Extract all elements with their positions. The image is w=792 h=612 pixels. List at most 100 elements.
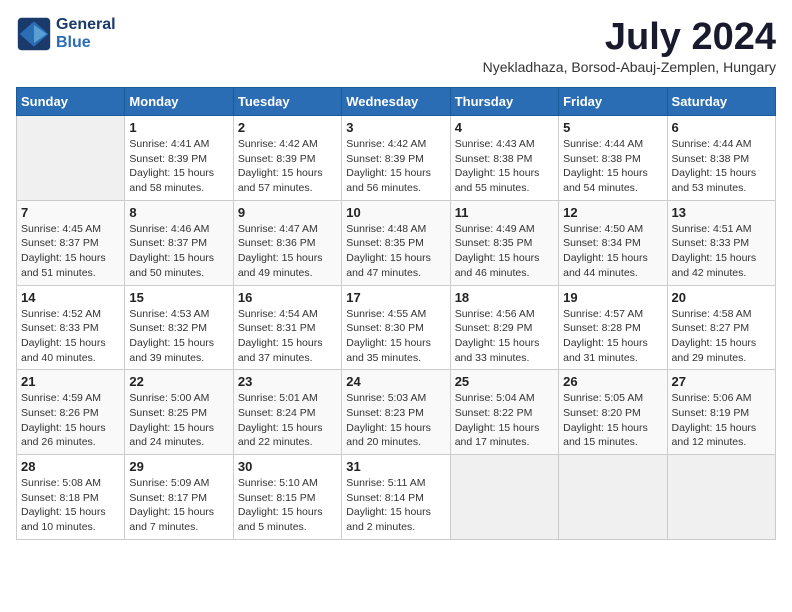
calendar-cell: 10Sunrise: 4:48 AM Sunset: 8:35 PM Dayli… (342, 200, 450, 285)
day-info: Sunrise: 4:54 AM Sunset: 8:31 PM Dayligh… (238, 307, 337, 366)
day-number: 9 (238, 205, 337, 220)
day-number: 13 (672, 205, 771, 220)
calendar-cell: 25 Sunrise: 5:04 AM Sunset: 8:22 PM Dayli… (450, 370, 558, 455)
calendar-cell: 11 Sunrise: 4:49 AM Sunset: 8:35 PM Dayli… (450, 200, 558, 285)
week-row-2: 7Sunrise: 4:45 AM Sunset: 8:37 PM Daylig… (17, 200, 776, 285)
calendar-cell: 21 Sunrise: 4:59 AM Sunset: 8:26 PM Dayli… (17, 370, 125, 455)
day-info: Sunrise: 4:52 AM Sunset: 8:33 PM Dayligh… (21, 307, 120, 366)
calendar-cell: 12 Sunrise: 4:50 AM Sunset: 8:34 PM Dayli… (559, 200, 667, 285)
day-info: Sunrise: 4:46 AM Sunset: 8:37 PM Dayligh… (129, 222, 228, 281)
day-number: 18 (455, 290, 554, 305)
day-number: 3 (346, 120, 445, 135)
calendar-cell: 14 Sunrise: 4:52 AM Sunset: 8:33 PM Dayli… (17, 285, 125, 370)
weekday-header-monday: Monday (125, 88, 233, 116)
day-number: 26 (563, 374, 662, 389)
logo: General Blue (16, 16, 116, 52)
day-number: 24 (346, 374, 445, 389)
logo-icon (16, 16, 52, 52)
day-number: 14 (21, 290, 120, 305)
day-info: Sunrise: 5:10 AM Sunset: 8:15 PM Dayligh… (238, 476, 337, 535)
calendar-cell: 17Sunrise: 4:55 AM Sunset: 8:30 PM Dayli… (342, 285, 450, 370)
day-info: Sunrise: 4:48 AM Sunset: 8:35 PM Dayligh… (346, 222, 445, 281)
weekday-header-row: SundayMondayTuesdayWednesdayThursdayFrid… (17, 88, 776, 116)
calendar-cell: 22 Sunrise: 5:00 AM Sunset: 8:25 PM Dayli… (125, 370, 233, 455)
calendar-cell: 27 Sunrise: 5:06 AM Sunset: 8:19 PM Dayli… (667, 370, 775, 455)
calendar-cell: 26 Sunrise: 5:05 AM Sunset: 8:20 PM Dayli… (559, 370, 667, 455)
day-number: 22 (129, 374, 228, 389)
day-number: 2 (238, 120, 337, 135)
calendar-cell: 29 Sunrise: 5:09 AM Sunset: 8:17 PM Dayli… (125, 455, 233, 540)
calendar-cell (17, 116, 125, 201)
title-block: July 2024 Nyekladhaza, Borsod-Abauj-Zemp… (483, 16, 776, 83)
calendar-cell: 28 Sunrise: 5:08 AM Sunset: 8:18 PM Dayli… (17, 455, 125, 540)
day-info: Sunrise: 4:44 AM Sunset: 8:38 PM Dayligh… (563, 137, 662, 196)
day-info: Sunrise: 5:05 AM Sunset: 8:20 PM Dayligh… (563, 391, 662, 450)
week-row-1: 1 Sunrise: 4:41 AM Sunset: 8:39 PM Daylig… (17, 116, 776, 201)
day-info: Sunrise: 4:43 AM Sunset: 8:38 PM Dayligh… (455, 137, 554, 196)
day-info: Sunrise: 4:59 AM Sunset: 8:26 PM Dayligh… (21, 391, 120, 450)
weekday-header-thursday: Thursday (450, 88, 558, 116)
day-info: Sunrise: 5:11 AM Sunset: 8:14 PM Dayligh… (346, 476, 445, 535)
calendar-cell: 31 Sunrise: 5:11 AM Sunset: 8:14 PM Dayli… (342, 455, 450, 540)
day-info: Sunrise: 4:41 AM Sunset: 8:39 PM Dayligh… (129, 137, 228, 196)
day-number: 8 (129, 205, 228, 220)
calendar-cell: 6 Sunrise: 4:44 AM Sunset: 8:38 PM Daylig… (667, 116, 775, 201)
day-number: 15 (129, 290, 228, 305)
calendar-cell: 24 Sunrise: 5:03 AM Sunset: 8:23 PM Dayli… (342, 370, 450, 455)
day-number: 1 (129, 120, 228, 135)
month-title: July 2024 (483, 16, 776, 59)
day-number: 6 (672, 120, 771, 135)
day-info: Sunrise: 5:08 AM Sunset: 8:18 PM Dayligh… (21, 476, 120, 535)
day-number: 23 (238, 374, 337, 389)
day-info: Sunrise: 4:42 AM Sunset: 8:39 PM Dayligh… (238, 137, 337, 196)
day-number: 11 (455, 205, 554, 220)
day-number: 16 (238, 290, 337, 305)
day-number: 20 (672, 290, 771, 305)
week-row-3: 14 Sunrise: 4:52 AM Sunset: 8:33 PM Dayli… (17, 285, 776, 370)
day-info: Sunrise: 4:44 AM Sunset: 8:38 PM Dayligh… (672, 137, 771, 196)
calendar-cell: 9Sunrise: 4:47 AM Sunset: 8:36 PM Daylig… (233, 200, 341, 285)
calendar-cell: 2 Sunrise: 4:42 AM Sunset: 8:39 PM Daylig… (233, 116, 341, 201)
page-header: General Blue July 2024 Nyekladhaza, Bors… (16, 16, 776, 83)
weekday-header-wednesday: Wednesday (342, 88, 450, 116)
day-info: Sunrise: 4:49 AM Sunset: 8:35 PM Dayligh… (455, 222, 554, 281)
calendar-cell: 18 Sunrise: 4:56 AM Sunset: 8:29 PM Dayli… (450, 285, 558, 370)
day-info: Sunrise: 5:00 AM Sunset: 8:25 PM Dayligh… (129, 391, 228, 450)
day-number: 29 (129, 459, 228, 474)
day-info: Sunrise: 4:50 AM Sunset: 8:34 PM Dayligh… (563, 222, 662, 281)
calendar-cell: 1 Sunrise: 4:41 AM Sunset: 8:39 PM Daylig… (125, 116, 233, 201)
day-number: 17 (346, 290, 445, 305)
day-info: Sunrise: 4:51 AM Sunset: 8:33 PM Dayligh… (672, 222, 771, 281)
location-subtitle: Nyekladhaza, Borsod-Abauj-Zemplen, Hunga… (483, 59, 776, 75)
weekday-header-tuesday: Tuesday (233, 88, 341, 116)
day-info: Sunrise: 5:06 AM Sunset: 8:19 PM Dayligh… (672, 391, 771, 450)
day-number: 21 (21, 374, 120, 389)
calendar-cell (450, 455, 558, 540)
day-number: 31 (346, 459, 445, 474)
day-info: Sunrise: 4:45 AM Sunset: 8:37 PM Dayligh… (21, 222, 120, 281)
calendar-cell: 23Sunrise: 5:01 AM Sunset: 8:24 PM Dayli… (233, 370, 341, 455)
day-info: Sunrise: 5:03 AM Sunset: 8:23 PM Dayligh… (346, 391, 445, 450)
day-number: 28 (21, 459, 120, 474)
calendar-cell: 19Sunrise: 4:57 AM Sunset: 8:28 PM Dayli… (559, 285, 667, 370)
week-row-5: 28 Sunrise: 5:08 AM Sunset: 8:18 PM Dayli… (17, 455, 776, 540)
day-info: Sunrise: 4:56 AM Sunset: 8:29 PM Dayligh… (455, 307, 554, 366)
day-number: 25 (455, 374, 554, 389)
calendar-table: SundayMondayTuesdayWednesdayThursdayFrid… (16, 87, 776, 540)
day-number: 27 (672, 374, 771, 389)
day-info: Sunrise: 4:42 AM Sunset: 8:39 PM Dayligh… (346, 137, 445, 196)
calendar-cell: 30Sunrise: 5:10 AM Sunset: 8:15 PM Dayli… (233, 455, 341, 540)
day-info: Sunrise: 5:04 AM Sunset: 8:22 PM Dayligh… (455, 391, 554, 450)
day-info: Sunrise: 4:53 AM Sunset: 8:32 PM Dayligh… (129, 307, 228, 366)
calendar-cell: 4 Sunrise: 4:43 AM Sunset: 8:38 PM Daylig… (450, 116, 558, 201)
weekday-header-saturday: Saturday (667, 88, 775, 116)
day-info: Sunrise: 4:57 AM Sunset: 8:28 PM Dayligh… (563, 307, 662, 366)
calendar-cell: 20Sunrise: 4:58 AM Sunset: 8:27 PM Dayli… (667, 285, 775, 370)
day-number: 4 (455, 120, 554, 135)
logo-text: General Blue (56, 16, 116, 52)
day-number: 12 (563, 205, 662, 220)
day-info: Sunrise: 5:09 AM Sunset: 8:17 PM Dayligh… (129, 476, 228, 535)
week-row-4: 21 Sunrise: 4:59 AM Sunset: 8:26 PM Dayli… (17, 370, 776, 455)
calendar-cell: 7Sunrise: 4:45 AM Sunset: 8:37 PM Daylig… (17, 200, 125, 285)
calendar-cell: 13 Sunrise: 4:51 AM Sunset: 8:33 PM Dayli… (667, 200, 775, 285)
